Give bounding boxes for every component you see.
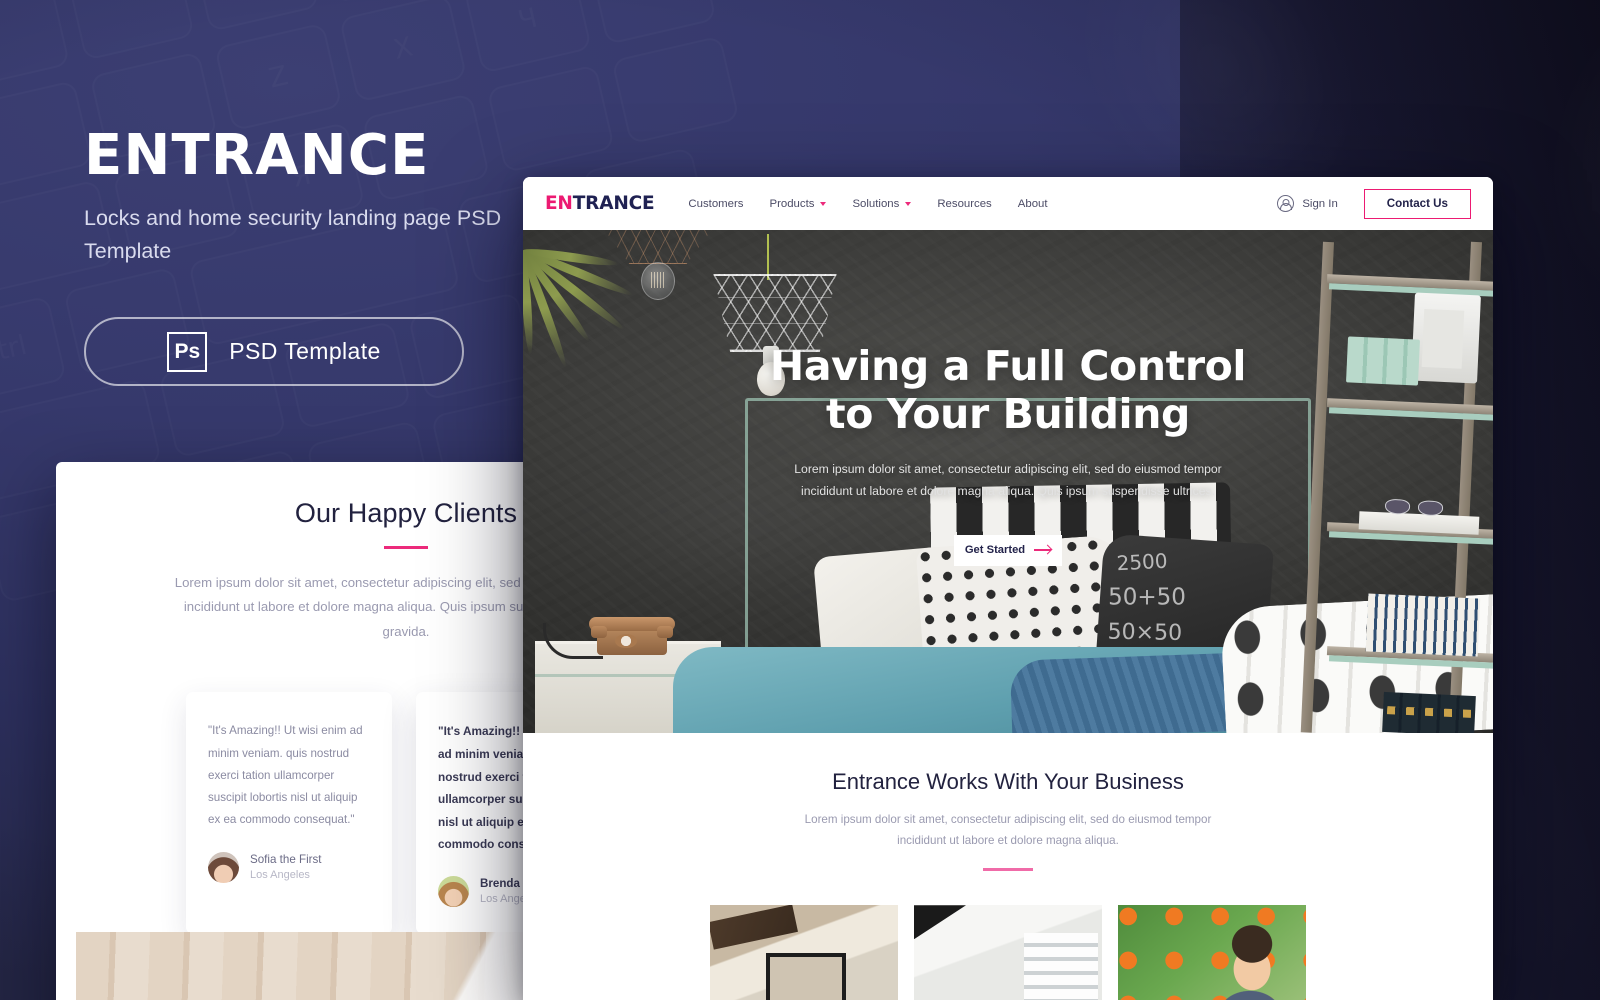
nav-item-resources[interactable]: Resources [937,198,991,210]
nav-label: Solutions [852,197,900,210]
business-title: Entrance Works With Your Business [832,769,1184,794]
business-description: Lorem ipsum dolor sit amet, consectetur … [793,809,1223,851]
site-logo[interactable]: ENTRANCE [545,193,655,214]
get-started-label: Get Started [964,544,1026,557]
business-desc-line1: Lorem ipsum dolor sit amet, consectetur … [804,813,1125,826]
hero-paragraph-line2: incididunt ut labore et dolore magna ali… [801,483,1215,498]
dark-books-row [1382,691,1476,733]
screenshot-stage: ФС ⇧ZХЧ Я Ctrl ENTRANCE Locks and home s… [0,0,1600,1000]
hero-heading: Having a Full Control to Your Building [523,342,1493,439]
testimonials-rule [384,546,428,549]
psd-template-button-label: PSD Template [229,338,381,365]
promo-title: ENTRANCE [84,123,430,188]
nav-label: About [1017,197,1048,210]
promo-subtitle: Locks and home security landing page PSD… [84,206,502,263]
psd-template-button[interactable]: Ps PSD Template [84,317,464,387]
list-item[interactable]: "It's Amazing!! Ut wisi enim ad minim ve… [186,692,392,934]
hero-heading-line2: to Your Building [826,390,1190,439]
hero-paragraph-line1: Lorem ipsum dolor sit amet, consectetur … [794,461,1222,476]
avatar [438,876,469,908]
blue-books-row [1365,593,1481,657]
hero-heading-line1: Having a Full Control [769,342,1247,390]
hero-copy: Having a Full Control to Your Building L… [523,342,1493,566]
list-item[interactable] [914,905,1102,1000]
testimonial-author: Sofia the First Los Angeles [208,851,370,884]
user-icon [1277,195,1295,212]
testimonial-name: Sofia the First [250,852,322,866]
get-started-button[interactable]: Get Started [954,534,1062,566]
sign-in-link[interactable]: Sign In [1277,195,1338,212]
chevron-down-icon [820,201,827,206]
photoshop-icon: Ps [167,331,208,372]
nav-item-products[interactable]: Products [770,198,827,210]
chevron-down-icon [905,201,912,206]
copper-cage-pendant-lamp [603,230,713,358]
logo-text-second: TRANCE [572,193,655,214]
site-navbar: ENTRANCE Customers Products Solutions Re… [523,177,1493,230]
vintage-telephone [543,609,675,659]
nav-label: Resources [937,197,992,210]
hero-paragraph: Lorem ipsum dolor sit amet, consectetur … [663,459,1353,503]
promo-block: ENTRANCE Locks and home security landing… [84,123,554,387]
nav-item-about[interactable]: About [1018,198,1048,210]
avatar [208,851,239,883]
sign-in-label: Sign In [1302,197,1338,210]
nav-label: Products [769,197,815,210]
landing-page-window: ENTRANCE Customers Products Solutions Re… [523,177,1493,1000]
contact-us-button[interactable]: Contact Us [1363,188,1471,219]
business-card-list [523,905,1493,1000]
nav-item-customers[interactable]: Customers [688,198,743,210]
nav-label: Customers [688,197,744,210]
business-section: Entrance Works With Your Business Lorem … [523,733,1493,1000]
list-item[interactable] [710,905,898,1000]
testimonial-quote: "It's Amazing!! Ut wisi enim ad minim ve… [208,724,363,827]
logo-text-first: EN [545,193,573,214]
nav-item-solutions[interactable]: Solutions [852,197,912,210]
list-item[interactable] [1118,905,1306,1000]
business-rule [983,868,1033,872]
arrow-right-icon [1034,544,1053,555]
navbar-actions: Sign In Contact Us [1277,177,1493,230]
main-navigation: Customers Products Solutions Resources A… [688,198,1047,210]
testimonial-location: Los Angeles [250,868,310,881]
hero-section: 250050+5050×5040000 Having a Fu [523,230,1493,733]
